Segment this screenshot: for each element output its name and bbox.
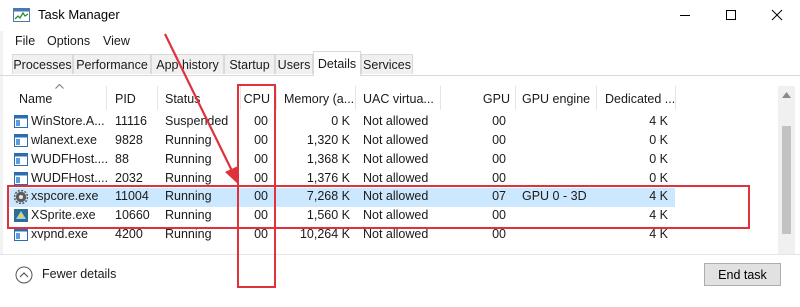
annotation-arrow	[164, 33, 238, 184]
task-manager-window: Task Manager File Options View Processes…	[0, 0, 800, 307]
